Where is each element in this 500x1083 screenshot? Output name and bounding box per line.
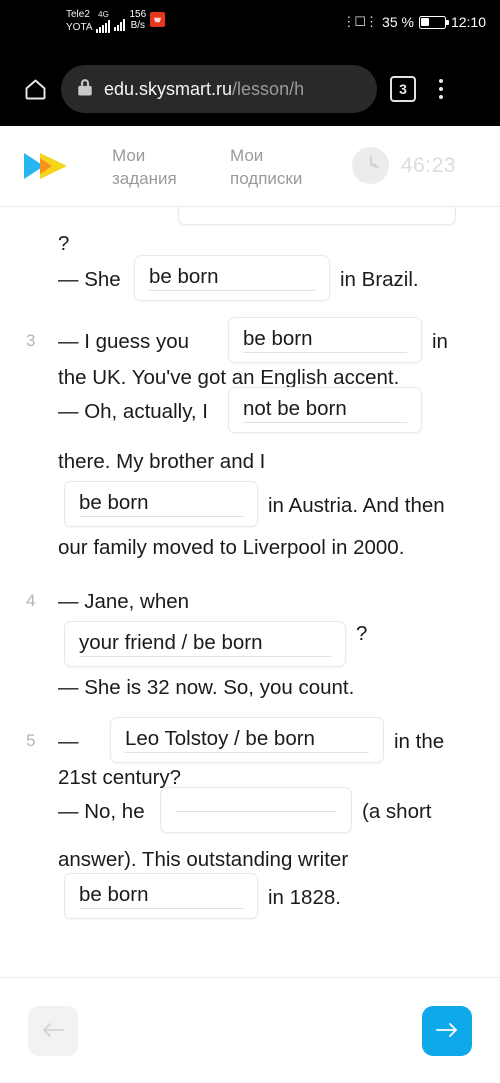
data-speed-unit: B/s [130, 20, 146, 31]
item4-text-2: — She is 32 now. So, you count. [58, 676, 355, 699]
item5-text-3: — No, he [58, 800, 145, 823]
previous-button[interactable] [28, 1006, 78, 1056]
lesson-timer: 46:23 [352, 147, 456, 184]
timer-value: 46:23 [401, 153, 457, 177]
nav-item-my-subscriptions-line1: Мои [230, 146, 264, 165]
carrier-2-label: YOTA [66, 22, 93, 33]
skysmart-logo[interactable] [18, 147, 80, 185]
item3-text-1: — I guess you [58, 330, 190, 353]
item2-question-mark: ? [58, 232, 70, 255]
exercise-blank-5c[interactable]: be born [64, 873, 258, 919]
lock-icon [77, 78, 93, 101]
item3-text-4: — Oh, actually, I [58, 400, 209, 423]
exercise-blank-5c-value: be born [79, 883, 243, 909]
tab-counter-button[interactable]: 3 [390, 76, 416, 102]
browser-toolbar: edu.skysmart.ru/lesson/h 3 [0, 52, 500, 126]
carrier-labels: Tele2 YOTA [66, 8, 92, 34]
status-bar-clock: 12:10 [450, 14, 486, 30]
network-type-label: 4G [96, 10, 111, 33]
item3-text-5: there. My brother and I [58, 450, 266, 473]
status-bar-left: Tele2 YOTA 4G 156 B/s [66, 8, 166, 34]
exercise-blank-3b-value: not be born [243, 397, 407, 423]
item5-text-5: answer). This outstanding writer [58, 848, 349, 871]
status-bar-right: ⋮☐⋮ 35 % 12:10 [342, 14, 486, 30]
exercise-blank-2a[interactable]: be born [134, 255, 330, 301]
exercise-blank-3a-value: be born [243, 327, 407, 353]
exercise-blank-3c[interactable]: be born [64, 481, 258, 527]
signal-bars-icon-1 [96, 20, 111, 33]
kebab-menu-icon[interactable] [430, 79, 452, 99]
notification-app-icon [150, 12, 166, 27]
exercise-blank-5a[interactable]: Leo Tolstoy / be born [110, 717, 384, 763]
android-status-bar: Tele2 YOTA 4G 156 B/s ⋮☐⋮ 35 % 12:10 [0, 0, 500, 52]
item5-text-1: in the [394, 730, 445, 753]
data-speed-value: 156 [129, 9, 147, 20]
exercise-blank-5b[interactable] [160, 787, 352, 833]
battery-percent-label: 35 % [382, 14, 414, 30]
next-button[interactable] [422, 1006, 472, 1056]
arrow-right-icon [434, 1020, 460, 1043]
exercise-blank-4a-value: your friend / be born [79, 631, 331, 657]
exercise-blank-5b-value [175, 809, 337, 812]
item4-text-1: — Jane, when [58, 590, 190, 613]
exercise-blank-2a-value: be born [149, 265, 315, 291]
nav-item-my-tasks[interactable]: Мои задания [112, 144, 177, 190]
nav-item-my-tasks-line2: задания [112, 169, 177, 188]
item5-dash: — [58, 730, 79, 753]
tab-count-label: 3 [399, 81, 407, 97]
item3-text-6: in Austria. And then [268, 494, 445, 517]
exercise-blank-4a[interactable]: your friend / be born [64, 621, 346, 667]
url-domain: edu.skysmart.ru [104, 78, 233, 99]
skysmart-header: Мои задания Мои подписки 46:23 [0, 126, 500, 206]
nav-item-my-tasks-line1: Мои [112, 146, 146, 165]
item2-dash-she: — She [58, 268, 121, 291]
item-number-4: 4 [26, 591, 36, 610]
url-text: edu.skysmart.ru/lesson/h [104, 79, 304, 100]
item3-text-7: our family moved to Liverpool in 2000. [58, 536, 405, 559]
item5-text-6: in 1828. [268, 886, 341, 909]
item3-text-2: in [432, 330, 448, 353]
home-icon[interactable] [17, 71, 53, 107]
carrier-1-label: Tele2 [66, 9, 90, 20]
exercise-content: ? — She be born in Brazil. 3 — I guess y… [0, 206, 500, 977]
exercise-blank-3b[interactable]: not be born [228, 387, 422, 433]
item4-question-mark: ? [356, 622, 368, 645]
item2-tail-text: in Brazil. [340, 268, 419, 291]
signal-bars-icon-2 [114, 18, 126, 31]
nav-item-my-subscriptions-line2: подписки [230, 169, 303, 188]
arrow-left-icon [40, 1020, 66, 1043]
exercise-blank-3c-value: be born [79, 491, 243, 517]
exercise-blank-3a[interactable]: be born [228, 317, 422, 363]
clock-icon [352, 147, 389, 184]
vibrate-icon: ⋮☐⋮ [342, 14, 378, 29]
battery-icon [418, 15, 449, 29]
item5-text-4: (a short [362, 800, 432, 823]
url-path: /lesson/h [232, 78, 305, 99]
exercise-blank-5a-value: Leo Tolstoy / be born [125, 727, 369, 753]
item-number-5: 5 [26, 731, 36, 750]
item-number-3: 3 [26, 331, 36, 350]
exercise-blank-clipped[interactable] [178, 207, 456, 225]
url-bar[interactable]: edu.skysmart.ru/lesson/h [61, 65, 377, 113]
nav-item-my-subscriptions[interactable]: Мои подписки [230, 144, 302, 190]
data-speed-indicator: 156 B/s [129, 9, 146, 31]
mobile-browser-screen: Tele2 YOTA 4G 156 B/s ⋮☐⋮ 35 % 12:10 edu… [0, 0, 500, 1083]
